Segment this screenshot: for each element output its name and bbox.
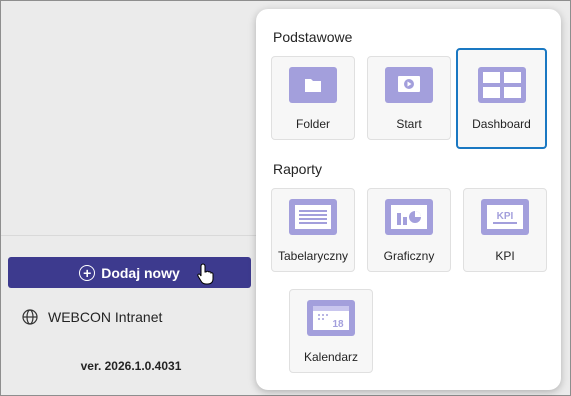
- add-new-label: Dodaj nowy: [101, 264, 180, 281]
- version-text: ver. 2026.1.0.4031: [80, 359, 182, 373]
- section-title-reports: Raporty: [273, 161, 323, 177]
- tile-kpi[interactable]: KPI KPI: [463, 188, 547, 272]
- tile-label: Start: [396, 117, 422, 131]
- tile-calendar[interactable]: 18 Kalendarz: [289, 289, 373, 373]
- dashboard-icon: [477, 67, 526, 103]
- tile-label: Folder: [295, 117, 330, 131]
- site-item[interactable]: WEBCON Intranet: [22, 309, 162, 325]
- folder-icon: [289, 67, 337, 103]
- sidebar-divider: [1, 235, 261, 236]
- calendar-day-text: 18: [332, 319, 344, 330]
- globe-icon: [22, 309, 38, 325]
- add-new-panel: Podstawowe Folder Start Dashboard Raport…: [256, 9, 561, 390]
- svg-text:KPI: KPI: [497, 211, 514, 222]
- tile-label: Kalendarz: [303, 350, 359, 364]
- tile-label: Tabelaryczny: [277, 249, 349, 263]
- tile-start[interactable]: Start: [367, 56, 451, 140]
- table-report-icon: [289, 199, 337, 235]
- kpi-icon: KPI: [481, 199, 529, 235]
- site-label: WEBCON Intranet: [48, 309, 163, 325]
- tile-folder[interactable]: Folder: [271, 56, 355, 140]
- plus-circle-icon: +: [79, 264, 96, 281]
- tile-table-report[interactable]: Tabelaryczny: [271, 188, 355, 272]
- tile-label: Graficzny: [383, 249, 435, 263]
- tile-chart-report[interactable]: Graficzny: [367, 188, 451, 272]
- hand-cursor-icon: [197, 263, 214, 285]
- start-icon: [385, 67, 433, 103]
- tile-label: KPI: [495, 249, 515, 263]
- section-title-basic: Podstawowe: [273, 29, 353, 45]
- chart-report-icon: [385, 199, 433, 235]
- tile-label: Dashboard: [472, 117, 531, 131]
- calendar-icon: 18: [307, 300, 355, 336]
- tile-dashboard[interactable]: Dashboard: [456, 48, 547, 149]
